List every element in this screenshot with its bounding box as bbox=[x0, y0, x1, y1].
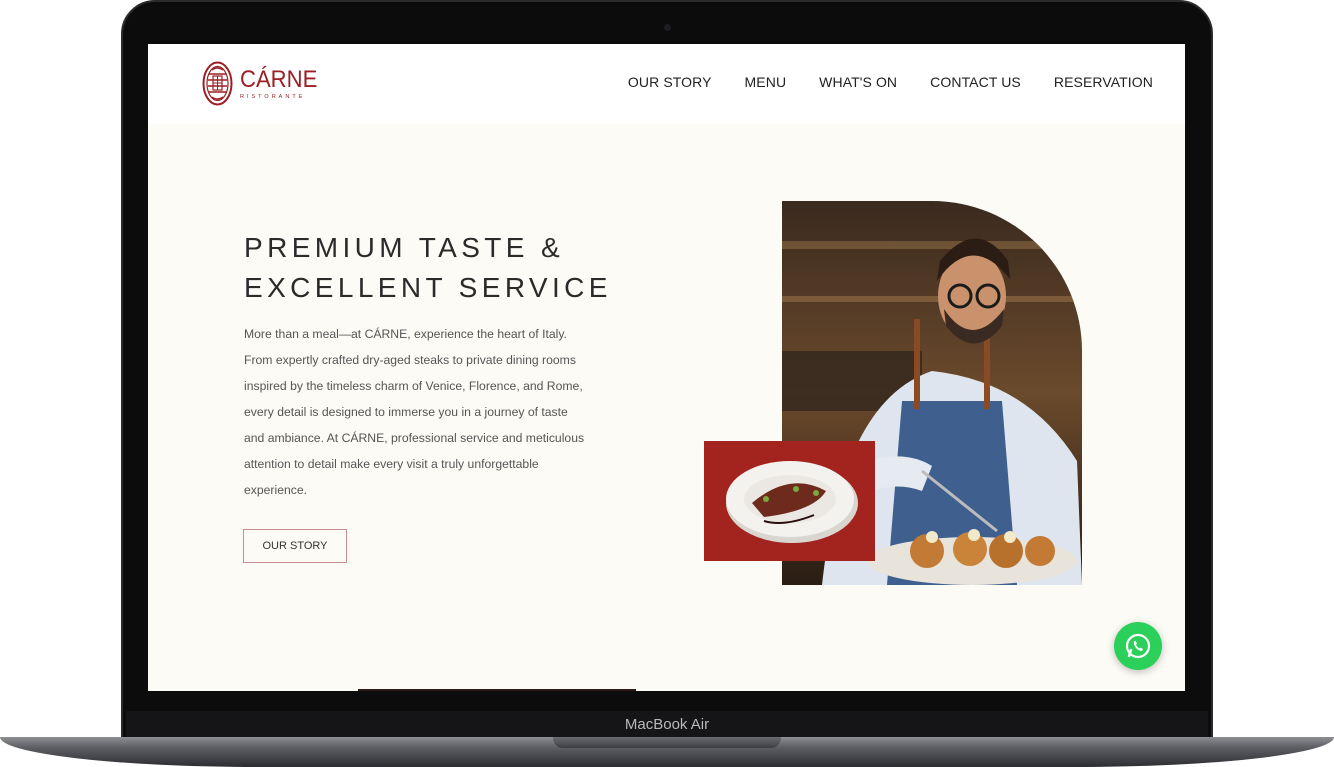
bottom-decor-bar bbox=[358, 689, 636, 691]
site-header: CÁRNE RISTORANTE OUR STORY MENU WHAT'S O… bbox=[148, 44, 1185, 124]
hero-title-line2: EXCELLENT SERVICE bbox=[244, 272, 612, 303]
nav-reservation[interactable]: RESERVATION bbox=[1054, 74, 1153, 90]
site-logo[interactable]: CÁRNE RISTORANTE bbox=[202, 60, 324, 107]
logo-text: CÁRNE RISTORANTE bbox=[240, 66, 324, 101]
macbook-mockup: MacBook Air CÁRNE RISTORANTE OUR STORY M… bbox=[0, 0, 1334, 767]
our-story-button[interactable]: OUR STORY bbox=[243, 529, 347, 563]
nav-whats-on[interactable]: WHAT'S ON bbox=[819, 74, 897, 90]
hero-description: More than a meal—at CÁRNE, experience th… bbox=[244, 327, 585, 497]
device-label: MacBook Air bbox=[624, 716, 710, 733]
laptop-notch bbox=[553, 737, 781, 748]
logo-subtitle: RISTORANTE bbox=[240, 94, 306, 100]
main-nav: OUR STORY MENU WHAT'S ON CONTACT US RESE… bbox=[628, 74, 1153, 90]
nav-contact-us[interactable]: CONTACT US bbox=[930, 74, 1021, 90]
hero-title: PREMIUM TASTE & EXCELLENT SERVICE bbox=[244, 228, 612, 308]
nav-our-story[interactable]: OUR STORY bbox=[628, 74, 712, 90]
whatsapp-chat-button[interactable] bbox=[1114, 622, 1162, 670]
camera-icon bbox=[664, 24, 671, 31]
plated-dish-photo bbox=[704, 441, 875, 561]
crest-logo-icon bbox=[202, 61, 233, 106]
nav-menu[interactable]: MENU bbox=[745, 74, 787, 90]
hero-title-line1: PREMIUM TASTE & bbox=[244, 232, 565, 263]
website-screen: CÁRNE RISTORANTE OUR STORY MENU WHAT'S O… bbox=[148, 44, 1185, 691]
logo-name: CÁRNE bbox=[240, 66, 318, 93]
whatsapp-icon bbox=[1125, 633, 1151, 659]
